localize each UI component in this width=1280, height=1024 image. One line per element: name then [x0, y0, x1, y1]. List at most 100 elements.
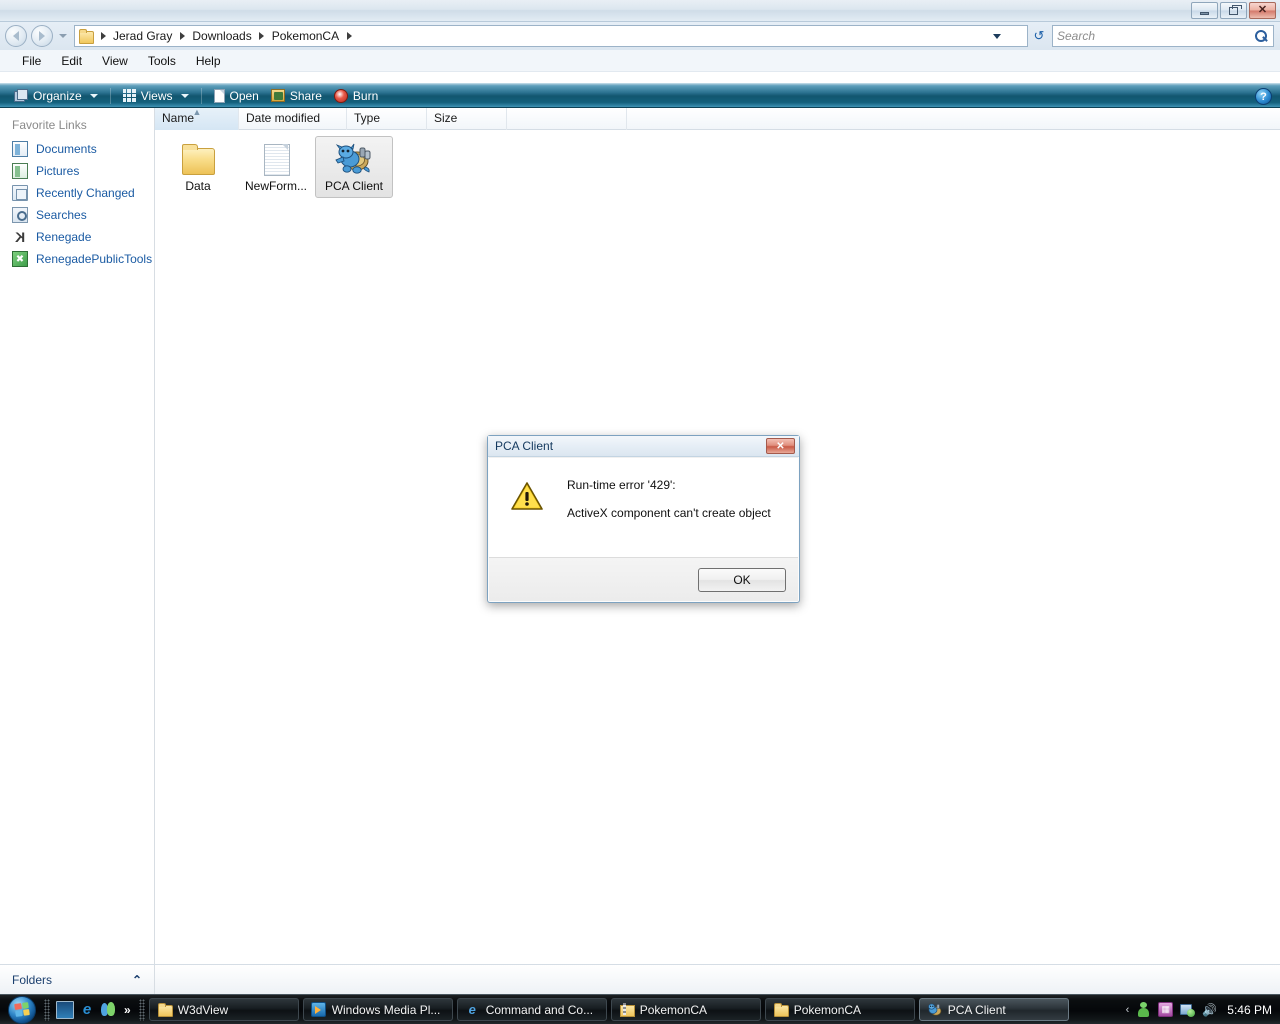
internet-explorer-icon: e	[468, 1002, 476, 1017]
sidebar-item-documents[interactable]: Documents	[0, 138, 154, 160]
menu-bar: File Edit View Tools Help	[0, 50, 1280, 72]
dialog-titlebar: PCA Client ✕	[488, 436, 799, 457]
folders-toggle[interactable]: Folders ⌃	[0, 965, 155, 995]
address-dropdown-button[interactable]	[989, 26, 1005, 46]
list-item[interactable]: NewForm...	[237, 136, 315, 198]
list-item[interactable]: PCA Client	[315, 136, 393, 198]
switch-windows-icon[interactable]	[100, 1001, 118, 1019]
blastoise-app-icon	[334, 141, 374, 177]
forward-button[interactable]	[31, 25, 53, 47]
renegade-icon: K	[14, 229, 26, 245]
start-button[interactable]	[0, 995, 44, 1024]
renegade-public-tools-icon: ✖	[12, 251, 28, 267]
sidebar-item-recently-changed[interactable]: Recently Changed	[0, 182, 154, 204]
dialog-message-line1: Run-time error '429':	[567, 478, 676, 492]
sidebar-item-renegade[interactable]: K Renegade	[0, 226, 154, 248]
address-bar[interactable]: Jerad Gray Downloads PokemonCA	[74, 25, 1028, 47]
back-button[interactable]	[5, 25, 27, 47]
internet-explorer-icon[interactable]: e	[78, 1001, 96, 1019]
blastoise-app-icon	[927, 1002, 942, 1017]
column-header-name[interactable]: ▲ Name	[155, 107, 239, 130]
dialog-body: Run-time error '429': ActiveX component …	[489, 458, 798, 558]
quicklaunch-overflow-icon[interactable]: »	[122, 1003, 133, 1017]
chevron-down-icon	[89, 93, 98, 98]
column-header-extra[interactable]	[507, 108, 627, 130]
menu-item-view[interactable]: View	[92, 52, 138, 70]
sidebar-item-searches[interactable]: Searches	[0, 204, 154, 226]
chevron-up-icon: ⌃	[131, 973, 142, 987]
refresh-button[interactable]: ↺	[1030, 27, 1048, 45]
breadcrumb-item-0[interactable]: Jerad Gray	[110, 27, 175, 45]
toolbar-grip[interactable]	[138, 998, 145, 1021]
organize-button[interactable]: Organize	[8, 87, 104, 105]
open-label: Open	[229, 88, 259, 103]
breadcrumb-item-2[interactable]: PokemonCA	[269, 27, 342, 45]
column-header-type[interactable]: Type	[347, 108, 427, 130]
tray-app-icon[interactable]: ▦	[1158, 1002, 1174, 1017]
dialog-title: PCA Client	[495, 439, 554, 453]
column-label: Date modified	[246, 111, 321, 125]
breadcrumb-separator[interactable]	[175, 32, 189, 40]
screen: ✕ Jerad Gray Downloads PokemonCA ↺ Searc…	[0, 0, 1280, 1024]
column-header-size[interactable]: Size	[427, 108, 507, 130]
menu-item-edit[interactable]: Edit	[51, 52, 92, 70]
ok-button[interactable]: OK	[698, 567, 786, 592]
restore-button[interactable]	[1220, 2, 1247, 19]
searches-icon	[12, 207, 28, 223]
menu-item-tools[interactable]: Tools	[138, 52, 186, 70]
list-item[interactable]: Data	[159, 136, 237, 198]
volume-icon[interactable]: 🔊	[1202, 1002, 1217, 1017]
windows-media-player-icon	[310, 1002, 326, 1017]
list-item-label: PCA Client	[324, 179, 384, 193]
column-label: Size	[434, 111, 458, 125]
quick-launch-bar: e »	[50, 1000, 139, 1019]
column-label: Name	[162, 111, 195, 125]
task-button-pokemonca-zip[interactable]: PokemonCA	[610, 998, 761, 1021]
open-button[interactable]: Open	[208, 87, 265, 105]
menu-item-help[interactable]: Help	[186, 52, 231, 70]
organize-label: Organize	[33, 88, 82, 103]
close-icon: ✕	[1257, 4, 1268, 16]
dialog-close-button[interactable]: ✕	[766, 438, 795, 454]
burn-button[interactable]: Burn	[328, 87, 384, 105]
show-desktop-icon[interactable]	[56, 1000, 74, 1019]
views-button[interactable]: Views	[117, 87, 195, 105]
task-label: Windows Media Pl...	[331, 1002, 441, 1017]
sidebar-item-pictures[interactable]: Pictures	[0, 160, 154, 182]
breadcrumb-separator[interactable]	[342, 32, 356, 40]
task-button-command-and-conquer[interactable]: e Command and Co...	[456, 998, 607, 1021]
folders-bar: Folders ⌃	[0, 964, 1280, 995]
toolbar-grip[interactable]	[44, 998, 50, 1021]
list-item-label: NewForm...	[244, 179, 307, 193]
network-icon[interactable]	[1180, 1002, 1196, 1017]
sidebar-item-label: Recently Changed	[36, 186, 135, 200]
tray-expand-icon[interactable]: ‹	[1126, 1004, 1130, 1016]
chevron-down-icon	[59, 34, 67, 38]
user-presence-icon[interactable]	[1136, 1002, 1151, 1017]
column-label: Type	[354, 111, 381, 125]
help-button[interactable]: ?	[1255, 88, 1272, 105]
sidebar-item-renegade-public-tools[interactable]: ✖ RenegadePublicTools	[0, 248, 154, 270]
task-button-windows-media-player[interactable]: Windows Media Pl...	[302, 998, 453, 1021]
task-button-pokemonca-folder[interactable]: PokemonCA	[764, 998, 915, 1021]
task-button-w3dview[interactable]: W3dView	[148, 998, 299, 1021]
minimize-button[interactable]	[1191, 2, 1218, 19]
close-button[interactable]: ✕	[1249, 2, 1276, 19]
share-label: Share	[289, 88, 322, 103]
column-header-date-modified[interactable]: Date modified	[239, 108, 347, 130]
zip-folder-icon	[619, 1002, 635, 1017]
back-arrow-icon	[13, 31, 19, 41]
recent-pages-button[interactable]	[58, 25, 68, 47]
share-button[interactable]: Share	[265, 87, 328, 105]
share-icon	[270, 89, 285, 102]
breadcrumb-item-1[interactable]: Downloads	[189, 27, 254, 45]
views-label: Views	[140, 88, 173, 103]
pictures-icon	[12, 163, 28, 179]
toolbar-divider	[200, 87, 202, 104]
clock[interactable]: 5:46 PM	[1224, 1003, 1272, 1017]
error-dialog: PCA Client ✕ Run-time error '429': Activ…	[487, 435, 800, 603]
search-input[interactable]: Search	[1052, 25, 1274, 47]
task-button-pca-client[interactable]: PCA Client	[918, 998, 1069, 1021]
menu-item-file[interactable]: File	[12, 52, 51, 70]
breadcrumb-separator[interactable]	[255, 32, 269, 40]
